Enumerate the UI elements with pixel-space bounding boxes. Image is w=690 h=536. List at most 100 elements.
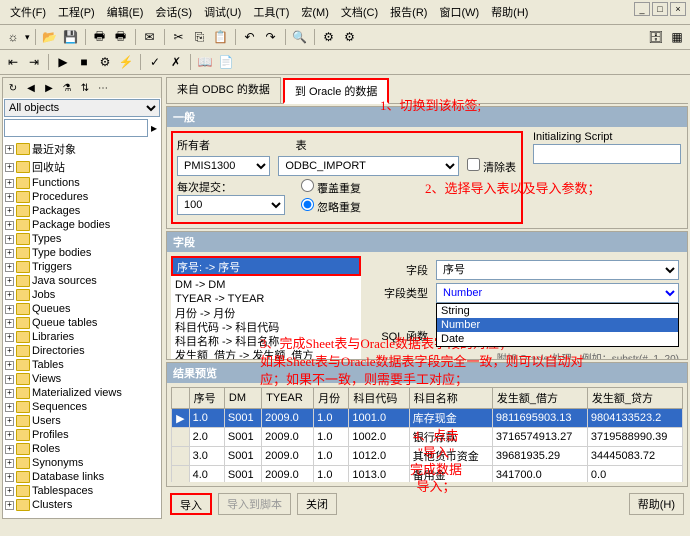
tree-item[interactable]: +Type bodies <box>5 246 159 260</box>
tree-item[interactable]: +Functions <box>5 176 159 190</box>
bolt-icon[interactable]: ⚡ <box>117 53 135 71</box>
gear-icon[interactable]: ⚙ <box>96 53 114 71</box>
print2-icon[interactable]: 🖶 <box>112 28 130 46</box>
field-mapping-list[interactable]: DM -> DMTYEAR -> TYEAR月份 -> 月份科目代码 -> 科目… <box>171 276 361 360</box>
expand-icon[interactable]: + <box>5 207 14 216</box>
tree-item[interactable]: +Synonyms <box>5 456 159 470</box>
expand-icon[interactable]: + <box>5 235 14 244</box>
search-input[interactable] <box>4 119 148 137</box>
grid-icon[interactable]: ▦ <box>668 28 686 46</box>
commit-count[interactable]: 100 <box>177 195 285 215</box>
object-filter[interactable]: All objects <box>4 99 160 117</box>
tree-item[interactable]: +Queues <box>5 302 159 316</box>
expand-icon[interactable]: + <box>5 459 14 468</box>
import-button[interactable]: 导入 <box>170 493 212 515</box>
tab-from-odbc[interactable]: 来自 ODBC 的数据 <box>166 77 281 103</box>
expand-icon[interactable]: + <box>5 375 14 384</box>
menu-item[interactable]: 编辑(E) <box>101 2 150 22</box>
sort-icon[interactable]: ⇅ <box>77 80 93 96</box>
expand-icon[interactable]: + <box>5 473 14 482</box>
expand-icon[interactable]: + <box>5 145 14 154</box>
left-icon[interactable]: ◀ <box>23 80 39 96</box>
refresh-icon[interactable]: ↻ <box>5 80 21 96</box>
print-icon[interactable]: 🖶 <box>91 28 109 46</box>
stop-icon[interactable]: ■ <box>75 53 93 71</box>
expand-icon[interactable]: + <box>5 249 14 258</box>
undo-icon[interactable]: ↶ <box>241 28 259 46</box>
tool1-icon[interactable]: ⚙ <box>320 28 338 46</box>
book-icon[interactable]: 📖 <box>196 53 214 71</box>
mail-icon[interactable]: ✉ <box>141 28 159 46</box>
tree-item[interactable]: +Queue tables <box>5 316 159 330</box>
expand-icon[interactable]: + <box>5 361 14 370</box>
field-mapping-selected[interactable]: 序号: -> 序号 <box>171 256 361 276</box>
minimize-button[interactable]: _ <box>634 2 650 16</box>
copy-icon[interactable]: ⎘ <box>191 28 209 46</box>
menu-item[interactable]: 报告(R) <box>384 2 433 22</box>
menu-item[interactable]: 文件(F) <box>4 2 52 22</box>
expand-icon[interactable]: + <box>5 319 14 328</box>
menu-item[interactable]: 工具(T) <box>247 2 295 22</box>
expand-icon[interactable]: + <box>5 163 14 172</box>
tree-item[interactable]: +Tables <box>5 358 159 372</box>
sun-icon[interactable]: ☼ <box>4 28 22 46</box>
commit-icon[interactable]: ✓ <box>146 53 164 71</box>
clear-table-checkbox[interactable] <box>467 158 480 171</box>
tree-item[interactable]: +Users <box>5 414 159 428</box>
tree-item[interactable]: +Views <box>5 372 159 386</box>
init-script-input[interactable] <box>533 144 681 164</box>
field-select[interactable]: 序号 <box>436 260 679 280</box>
open-icon[interactable]: 📂 <box>41 28 59 46</box>
tree-item[interactable]: +Roles <box>5 442 159 456</box>
tool2-icon[interactable]: ⚙ <box>341 28 359 46</box>
more-icon[interactable]: ⋯ <box>95 80 111 96</box>
tree-item[interactable]: +Packages <box>5 204 159 218</box>
menu-item[interactable]: 会话(S) <box>149 2 198 22</box>
search-go-icon[interactable]: ▸ <box>148 119 160 137</box>
paste-icon[interactable]: 📋 <box>212 28 230 46</box>
page-icon[interactable]: 📄 <box>217 53 235 71</box>
expand-icon[interactable]: + <box>5 389 14 398</box>
tree-item[interactable]: +回收站 <box>5 158 159 176</box>
save-icon[interactable]: 💾 <box>62 28 80 46</box>
expand-icon[interactable]: + <box>5 277 14 286</box>
tree-item[interactable]: +Libraries <box>5 330 159 344</box>
close-dialog-button[interactable]: 关闭 <box>297 493 337 515</box>
tree-item[interactable]: +Package bodies <box>5 218 159 232</box>
menu-item[interactable]: 宏(M) <box>295 2 335 22</box>
tree-item[interactable]: +最近对象 <box>5 140 159 158</box>
right-icon[interactable]: ▶ <box>41 80 57 96</box>
close-button[interactable]: × <box>670 2 686 16</box>
field-type-select[interactable]: Number <box>436 283 679 303</box>
restore-button[interactable]: □ <box>652 2 668 16</box>
radio-ignore[interactable] <box>301 198 314 211</box>
tree-item[interactable]: +Jobs <box>5 288 159 302</box>
menu-item[interactable]: 调试(U) <box>198 2 247 22</box>
tree-item[interactable]: +Java sources <box>5 274 159 288</box>
tree-item[interactable]: +Directories <box>5 344 159 358</box>
cut-icon[interactable]: ✂ <box>170 28 188 46</box>
db-icon[interactable]: 🗄 <box>647 28 665 46</box>
menu-item[interactable]: 文档(C) <box>335 2 384 22</box>
tree-item[interactable]: +Types <box>5 232 159 246</box>
tree-item[interactable]: +Procedures <box>5 190 159 204</box>
menu-item[interactable]: 窗口(W) <box>433 2 485 22</box>
tree-item[interactable]: +Sequences <box>5 400 159 414</box>
find-icon[interactable]: 🔍 <box>291 28 309 46</box>
filter-icon[interactable]: ⚗ <box>59 80 75 96</box>
menu-item[interactable]: 帮助(H) <box>485 2 534 22</box>
object-tree[interactable]: +最近对象+回收站+Functions+Procedures+Packages+… <box>3 138 161 518</box>
expand-icon[interactable]: + <box>5 347 14 356</box>
expand-icon[interactable]: + <box>5 291 14 300</box>
help-button[interactable]: 帮助(H) <box>629 493 684 515</box>
menu-item[interactable]: 工程(P) <box>52 2 101 22</box>
expand-icon[interactable]: + <box>5 431 14 440</box>
run-icon[interactable]: ▶ <box>54 53 72 71</box>
tree-item[interactable]: +Materialized views <box>5 386 159 400</box>
tree-item[interactable]: +Triggers <box>5 260 159 274</box>
expand-icon[interactable]: + <box>5 333 14 342</box>
expand-icon[interactable]: + <box>5 179 14 188</box>
tree-item[interactable]: +Tablespaces <box>5 484 159 498</box>
expand-icon[interactable]: + <box>5 501 14 510</box>
expand-icon[interactable]: + <box>5 403 14 412</box>
